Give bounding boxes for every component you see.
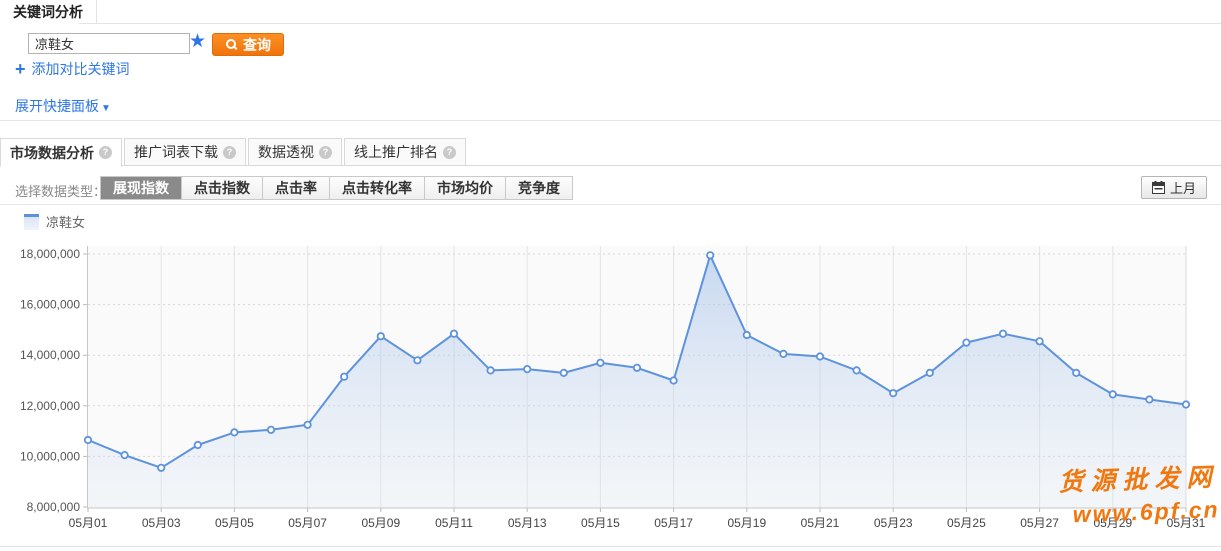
- page-tab-keyword-analysis[interactable]: 关键词分析: [0, 0, 97, 24]
- data-point[interactable]: [707, 252, 713, 258]
- data-point[interactable]: [1073, 370, 1079, 376]
- data-point[interactable]: [1146, 396, 1152, 402]
- x-axis-tick-label: 05月31: [1167, 516, 1206, 530]
- help-icon[interactable]: ?: [223, 146, 236, 159]
- x-axis-tick-label: 05月09: [361, 516, 400, 530]
- data-point[interactable]: [85, 437, 91, 443]
- plus-icon: +: [15, 61, 26, 77]
- data-type-option-ctr[interactable]: 点击率: [263, 177, 330, 199]
- data-point[interactable]: [1000, 331, 1006, 337]
- legend-label: 凉鞋女: [46, 212, 85, 231]
- tab-promo-wordlist-download[interactable]: 推广词表下载?: [124, 138, 246, 166]
- data-point[interactable]: [524, 366, 530, 372]
- data-point[interactable]: [195, 442, 201, 448]
- search-icon: [225, 38, 238, 51]
- data-type-selector: 展现指数点击指数点击率点击转化率市场均价竞争度: [100, 176, 573, 200]
- x-axis-tick-label: 05月11: [435, 516, 473, 530]
- expand-quick-panel-label: 展开快捷面板: [15, 98, 99, 114]
- tab-label: 线上推广排名: [354, 142, 438, 162]
- tab-online-promo-ranking[interactable]: 线上推广排名?: [344, 138, 466, 166]
- data-point[interactable]: [634, 365, 640, 371]
- x-axis-tick-label: 05月29: [1093, 516, 1132, 530]
- trend-chart-svg: 8,000,000 10,000,000 12,000,000 14,000,000 1…: [0, 240, 1221, 551]
- calendar-icon: [1152, 181, 1165, 194]
- data-point[interactable]: [231, 429, 237, 435]
- data-point[interactable]: [121, 452, 127, 458]
- x-axis-tick-label: 05月01: [69, 516, 108, 530]
- section-divider: [0, 120, 1221, 121]
- data-point[interactable]: [853, 367, 859, 373]
- x-axis-tick-label: 05月21: [801, 516, 840, 530]
- keyword-analysis-page: 关键词分析 ★ 查询 + 添加对比关键词 展开快捷面板▼ 市场数据分析?推广词表…: [0, 0, 1221, 551]
- data-point[interactable]: [670, 377, 676, 383]
- last-month-button[interactable]: 上月: [1141, 176, 1207, 199]
- data-point[interactable]: [890, 390, 896, 396]
- analysis-tab-bar: 市场数据分析?推广词表下载?数据透视?线上推广排名?: [0, 138, 1221, 166]
- query-button-label: 查询: [243, 35, 271, 55]
- trend-chart: 8,000,000 10,000,000 12,000,000 14,000,000 1…: [0, 240, 1221, 551]
- data-point[interactable]: [487, 367, 493, 373]
- data-point[interactable]: [780, 351, 786, 357]
- x-axis-tick-label: 05月13: [508, 516, 547, 530]
- data-type-option-competition[interactable]: 竞争度: [506, 177, 572, 199]
- top-tab-strip: 关键词分析: [0, 0, 1221, 24]
- tab-label: 市场数据分析: [10, 143, 94, 163]
- tab-market-data-analysis[interactable]: 市场数据分析?: [0, 138, 122, 167]
- favorite-star-icon[interactable]: ★: [189, 31, 206, 53]
- data-point[interactable]: [561, 370, 567, 376]
- y-axis-tick-label: 10,000,000: [20, 449, 80, 463]
- x-axis-tick-label: 05月25: [947, 516, 986, 530]
- data-point[interactable]: [451, 331, 457, 337]
- data-point[interactable]: [158, 465, 164, 471]
- tab-label: 数据透视: [258, 142, 314, 162]
- add-compare-keyword-link[interactable]: + 添加对比关键词: [15, 59, 130, 79]
- x-axis-tick-label: 05月27: [1020, 516, 1059, 530]
- help-icon[interactable]: ?: [443, 146, 456, 159]
- tab-data-pivot[interactable]: 数据透视?: [248, 138, 342, 166]
- x-axis-tick-label: 05月05: [215, 516, 254, 530]
- data-point[interactable]: [1183, 401, 1189, 407]
- y-axis-tick-label: 8,000,000: [27, 500, 81, 514]
- x-axis-tick-label: 05月03: [142, 516, 181, 530]
- data-point[interactable]: [597, 360, 603, 366]
- y-axis-tick-label: 16,000,000: [20, 298, 80, 312]
- data-type-option-click-index[interactable]: 点击指数: [182, 177, 263, 199]
- data-point[interactable]: [378, 333, 384, 339]
- data-point[interactable]: [304, 422, 310, 428]
- data-point[interactable]: [744, 332, 750, 338]
- data-point[interactable]: [268, 427, 274, 433]
- caret-down-icon: ▼: [101, 103, 111, 114]
- x-axis-tick-label: 05月07: [288, 516, 327, 530]
- x-axis-tick-label: 05月15: [581, 516, 620, 530]
- page-bottom-border: [0, 546, 1221, 547]
- data-type-option-click-conversion-rate[interactable]: 点击转化率: [330, 177, 425, 199]
- legend-area-marker-icon: [24, 214, 39, 230]
- data-point[interactable]: [927, 370, 933, 376]
- expand-quick-panel-link[interactable]: 展开快捷面板▼: [15, 96, 111, 116]
- data-type-option-market-avg-price[interactable]: 市场均价: [425, 177, 506, 199]
- add-compare-label: 添加对比关键词: [32, 59, 130, 79]
- x-axis-tick-label: 05月23: [874, 516, 913, 530]
- help-icon[interactable]: ?: [319, 146, 332, 159]
- chart-legend: 凉鞋女: [24, 212, 85, 231]
- data-point[interactable]: [1036, 338, 1042, 344]
- data-type-option-impression-index[interactable]: 展现指数: [101, 177, 182, 199]
- data-point[interactable]: [1110, 391, 1116, 397]
- data-type-label: 选择数据类型：: [15, 181, 106, 200]
- data-point[interactable]: [341, 374, 347, 380]
- y-axis-tick-label: 18,000,000: [20, 247, 80, 261]
- query-button[interactable]: 查询: [212, 33, 284, 56]
- y-axis-tick-label: 14,000,000: [20, 348, 80, 362]
- data-point[interactable]: [414, 357, 420, 363]
- last-month-label: 上月: [1170, 178, 1196, 197]
- tab-label: 推广词表下载: [134, 142, 218, 162]
- keyword-input[interactable]: [28, 33, 190, 54]
- section-divider: [0, 204, 1221, 205]
- data-point[interactable]: [963, 339, 969, 345]
- help-icon[interactable]: ?: [99, 146, 112, 159]
- data-point[interactable]: [817, 353, 823, 359]
- x-axis-tick-label: 05月17: [654, 516, 693, 530]
- x-axis-tick-label: 05月19: [727, 516, 766, 530]
- y-axis-tick-label: 12,000,000: [20, 399, 80, 413]
